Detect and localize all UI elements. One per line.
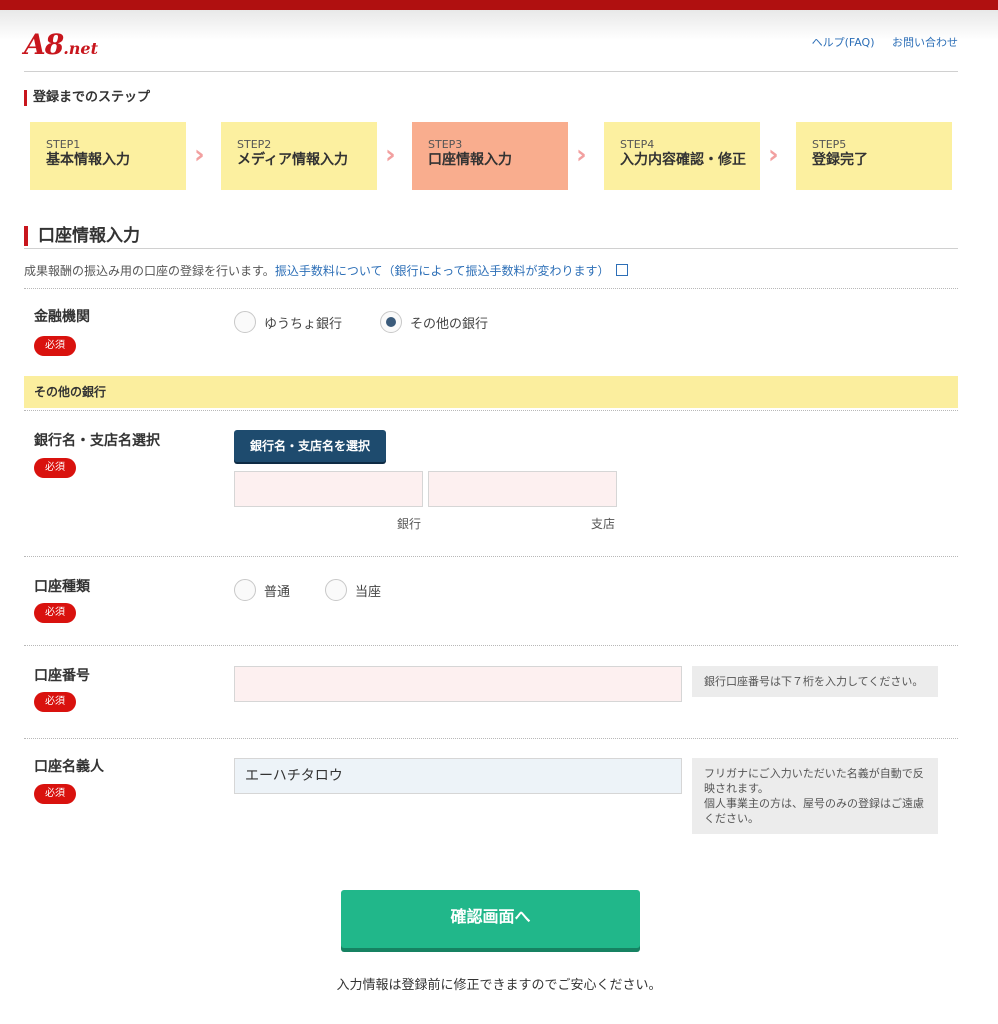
divider (24, 410, 958, 411)
footer-note: 入力情報は登録前に修正できますのでご安心ください。 (336, 978, 662, 993)
account-holder-hint-line1: フリガナにご入力いただいた名義が自動で反映されます。 (704, 767, 924, 795)
step-label: 入力内容確認・修正 (620, 152, 746, 168)
step-3-active: STEP3 口座情報入力 (412, 122, 568, 190)
radio-yucho-bank[interactable]: ゆうちょ銀行 (234, 311, 342, 333)
transfer-fee-link[interactable]: 振込手数料について（銀行によって振込手数料が変わります） (275, 264, 610, 278)
chevron-right-icon: › (194, 140, 205, 170)
step-number: STEP5 (812, 138, 847, 151)
required-badge: 必須 (34, 784, 76, 804)
other-bank-section-header: その他の銀行 (24, 376, 958, 408)
radio-other-bank[interactable]: その他の銀行 (380, 311, 488, 333)
step-5: STEP5 登録完了 (796, 122, 952, 190)
step-label: 口座情報入力 (428, 152, 512, 168)
required-badge: 必須 (34, 603, 76, 623)
steps-title: 登録までのステップ (24, 90, 150, 106)
external-link-icon[interactable] (615, 264, 628, 276)
step-2: STEP2 メディア情報入力 (221, 122, 377, 190)
step-4: STEP4 入力内容確認・修正 (604, 122, 760, 190)
contact-link[interactable]: お問い合わせ (892, 36, 958, 49)
account-number-hint: 銀行口座番号は下７桁を入力してください。 (692, 666, 938, 697)
radio-label: ゆうちょ銀行 (264, 316, 343, 332)
divider (24, 738, 958, 739)
required-badge: 必須 (34, 458, 76, 478)
top-bar (0, 0, 998, 10)
required-badge: 必須 (34, 336, 76, 356)
branch-name-field[interactable] (428, 471, 617, 507)
logo-main: A8 (24, 28, 64, 61)
confirm-button[interactable]: 確認画面へ (341, 890, 640, 948)
step-label: メディア情報入力 (237, 152, 349, 168)
step-1: STEP1 基本情報入力 (30, 122, 186, 190)
account-type-label: 口座種類 (34, 579, 90, 595)
account-holder-label: 口座名義人 (34, 759, 104, 775)
select-bank-branch-button[interactable]: 銀行名・支店名を選択 (234, 430, 386, 462)
bank-name-field[interactable] (234, 471, 423, 507)
title-divider (24, 248, 958, 249)
account-holder-input[interactable]: エーハチタロウ (234, 758, 682, 794)
step-label: 登録完了 (812, 152, 868, 168)
intro-description: 成果報酬の振込み用の口座の登録を行います。 (24, 264, 275, 278)
logo[interactable]: A8.net (24, 28, 98, 61)
radio-circle-icon (325, 579, 347, 601)
page-title: 口座情報入力 (24, 226, 140, 246)
step-number: STEP2 (237, 138, 272, 151)
chevron-right-icon: › (768, 140, 779, 170)
account-holder-hint: フリガナにご入力いただいた名義が自動で反映されます。 個人事業主の方は、屋号のみ… (692, 758, 938, 834)
step-number: STEP4 (620, 138, 655, 151)
radio-circle-icon (234, 579, 256, 601)
divider (24, 645, 958, 646)
step-number: STEP1 (46, 138, 81, 151)
step-label: 基本情報入力 (46, 152, 130, 168)
chevron-right-icon: › (576, 140, 587, 170)
step-number: STEP3 (428, 138, 463, 151)
branch-caption: 支店 (591, 517, 616, 531)
radio-selected-icon (380, 311, 402, 333)
intro-text: 成果報酬の振込み用の口座の登録を行います。振込手数料について（銀行によって振込手… (24, 262, 628, 279)
radio-ordinary[interactable]: 普通 (234, 579, 290, 601)
chevron-right-icon: › (385, 140, 396, 170)
radio-circle-icon (234, 311, 256, 333)
header-divider (24, 71, 958, 72)
logo-suffix: .net (63, 39, 98, 58)
institution-label: 金融機関 (34, 309, 90, 325)
divider (24, 556, 958, 557)
radio-checking[interactable]: 当座 (325, 579, 381, 601)
bank-caption: 銀行 (397, 517, 422, 531)
required-badge: 必須 (34, 692, 76, 712)
bank-branch-label: 銀行名・支店名選択 (34, 433, 160, 449)
radio-label: その他の銀行 (410, 316, 489, 332)
account-number-input[interactable] (234, 666, 682, 702)
account-holder-hint-line2: 個人事業主の方は、屋号のみの登録はご遠慮ください。 (704, 797, 924, 825)
divider (24, 288, 958, 289)
header-links: ヘルプ(FAQ) お問い合わせ (798, 34, 958, 50)
help-faq-link[interactable]: ヘルプ(FAQ) (812, 36, 875, 49)
radio-label: 当座 (355, 584, 382, 600)
radio-label: 普通 (264, 584, 291, 600)
account-number-label: 口座番号 (34, 668, 90, 684)
